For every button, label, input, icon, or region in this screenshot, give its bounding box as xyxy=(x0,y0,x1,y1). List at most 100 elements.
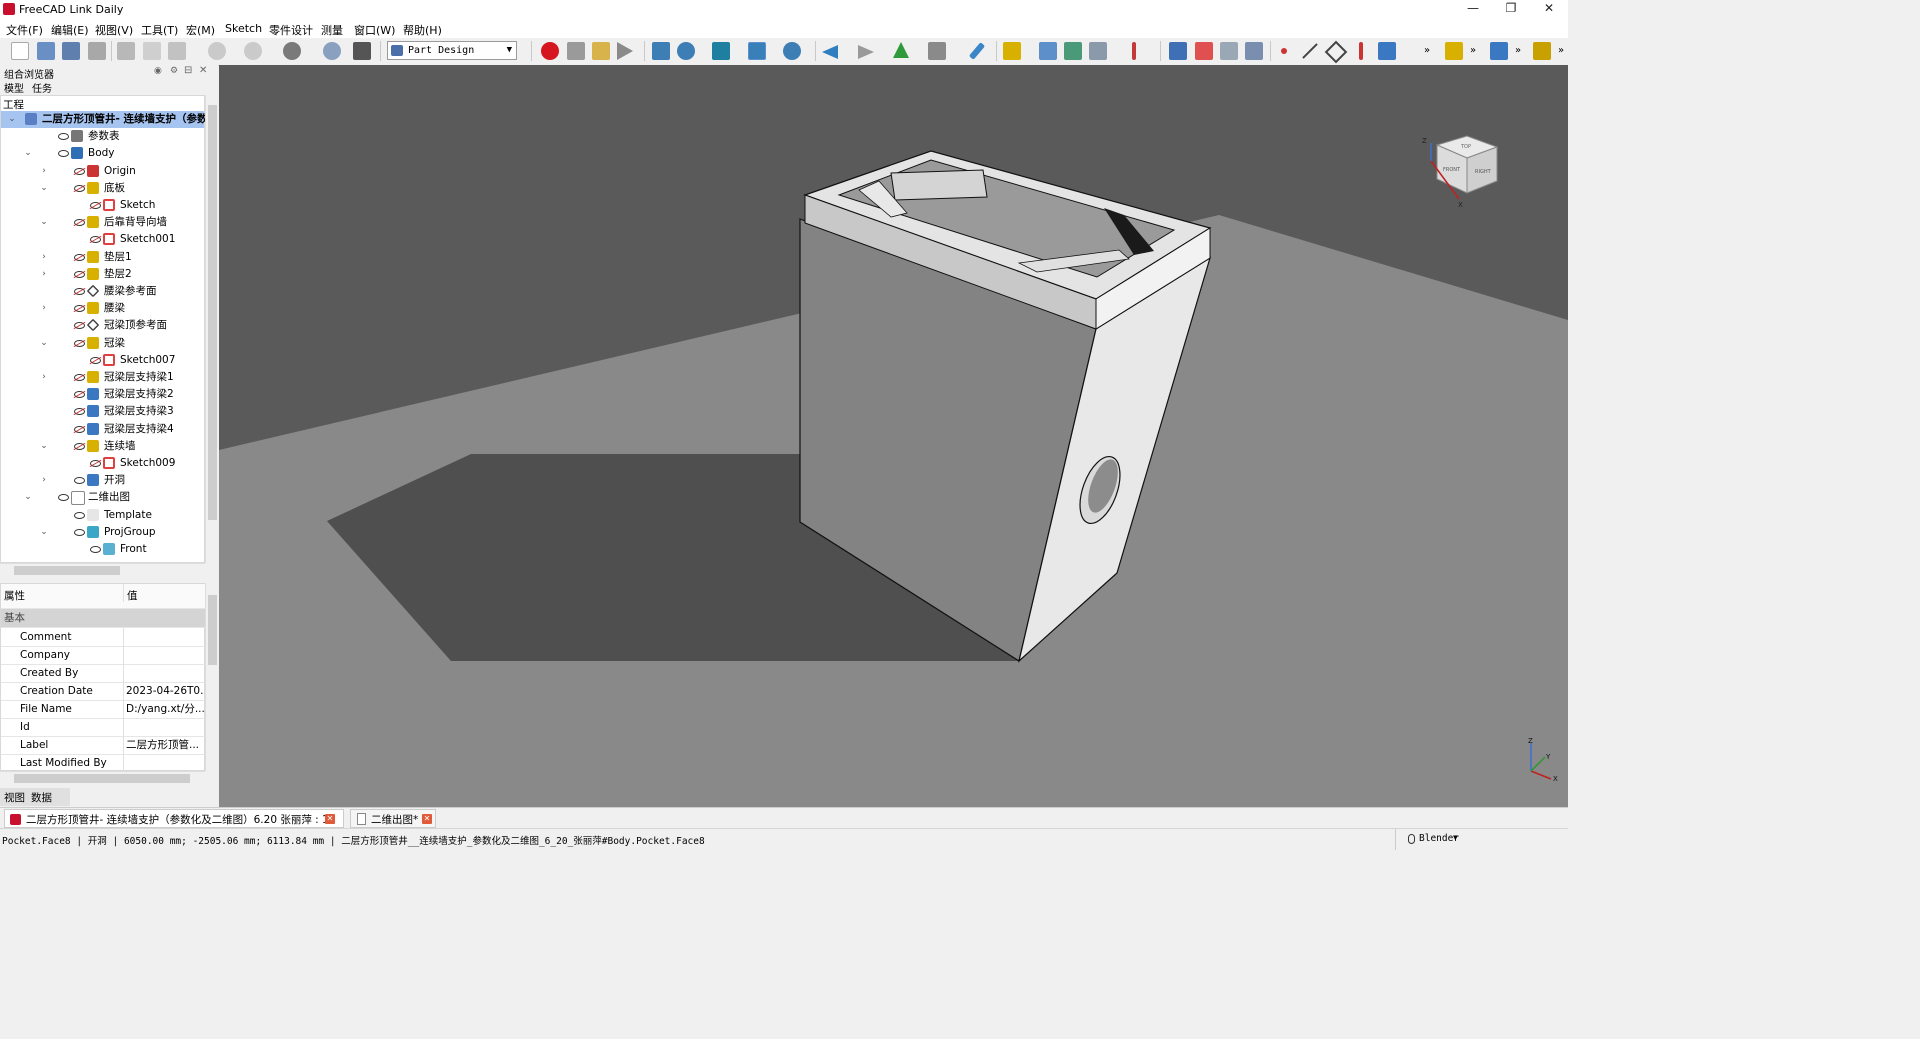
tree-scrollbar[interactable] xyxy=(205,95,219,563)
tree-item[interactable]: Template xyxy=(1,507,204,524)
expand-arrow-icon[interactable]: › xyxy=(39,472,49,489)
visibility-hidden-icon[interactable] xyxy=(74,270,85,278)
create-body-icon[interactable] xyxy=(1169,42,1187,60)
paste-icon[interactable] xyxy=(168,42,186,60)
visibility-hidden-icon[interactable] xyxy=(74,374,85,381)
property-value[interactable]: 二层方形顶管... xyxy=(126,736,204,754)
property-scrollbar[interactable] xyxy=(205,583,219,771)
tree-item[interactable]: › 垫层2 xyxy=(1,266,204,283)
collapse-arrow-icon[interactable]: ⌄ xyxy=(39,438,49,455)
toolbar-overflow-button[interactable]: » xyxy=(1424,45,1430,56)
tree-item[interactable]: Sketch007 xyxy=(1,352,204,369)
tree-hscrollbar[interactable] xyxy=(0,563,205,577)
3d-viewport[interactable]: TOP FRONT RIGHT Z X Z Y X xyxy=(219,65,1568,807)
validate-sketch-icon[interactable] xyxy=(1220,42,1238,60)
pocket-icon[interactable] xyxy=(1490,42,1508,60)
property-row[interactable]: Creation Date 2023-04-26T0... xyxy=(1,682,205,701)
visibility-hidden-icon[interactable] xyxy=(90,356,101,364)
create-axis-icon[interactable] xyxy=(1132,42,1136,60)
macro-stop-icon[interactable] xyxy=(567,42,585,60)
workbench-select[interactable]: Part Design ▼ xyxy=(387,41,517,60)
toolbar-overflow-button[interactable]: » xyxy=(1515,45,1521,56)
minimize-button[interactable]: — xyxy=(1454,0,1492,19)
navigate-back-icon[interactable] xyxy=(822,45,838,59)
tree-item[interactable]: 冠梁层支持梁2 xyxy=(1,386,204,403)
property-row[interactable]: Label 二层方形顶管... xyxy=(1,736,205,755)
tree-item[interactable]: › 开洞 xyxy=(1,472,204,489)
tab-view[interactable]: 视图 xyxy=(4,790,25,805)
property-row[interactable]: Created By xyxy=(1,664,205,683)
visibility-hidden-icon[interactable] xyxy=(74,253,85,261)
property-row[interactable]: Company xyxy=(1,646,205,665)
expand-arrow-icon[interactable]: › xyxy=(39,369,49,386)
visibility-hidden-icon[interactable] xyxy=(74,322,85,330)
menu-part-design[interactable]: 零件设计 xyxy=(269,22,313,38)
collapse-arrow-icon[interactable]: ⌄ xyxy=(23,489,33,506)
clone-icon[interactable] xyxy=(1378,42,1396,60)
tree-item[interactable]: Sketch009 xyxy=(1,455,204,472)
std-views-icon[interactable] xyxy=(748,42,766,60)
close-tab-icon[interactable]: ✕ xyxy=(325,814,335,824)
tab-data[interactable]: 数据 xyxy=(31,790,52,805)
collapse-arrow-icon[interactable]: ⌄ xyxy=(39,335,49,352)
expand-arrow-icon[interactable]: › xyxy=(39,249,49,266)
fillet-icon[interactable] xyxy=(1533,42,1551,60)
visibility-hidden-icon[interactable] xyxy=(74,305,85,313)
collapse-arrow-icon[interactable]: ⌄ xyxy=(39,180,49,197)
tree-scroll-thumb[interactable] xyxy=(208,105,217,520)
collapse-arrow-icon[interactable]: ⌄ xyxy=(23,145,33,162)
visibility-hidden-icon[interactable] xyxy=(74,288,85,295)
link-actions-icon[interactable] xyxy=(1089,42,1107,60)
tree-item[interactable]: 参数表 xyxy=(1,128,204,145)
macro-run-icon[interactable] xyxy=(617,42,633,60)
menu-window[interactable]: 窗口(W) xyxy=(354,22,395,38)
pad-icon[interactable] xyxy=(1445,42,1463,60)
visibility-eye-icon[interactable] xyxy=(90,546,101,553)
visibility-eye-icon[interactable] xyxy=(58,133,69,141)
toolbar-overflow-button[interactable]: » xyxy=(1470,45,1476,56)
whats-this-icon[interactable] xyxy=(353,42,371,60)
shape-binder-icon[interactable] xyxy=(1245,42,1263,60)
tree-item[interactable]: › 腰梁 xyxy=(1,300,204,317)
save-icon[interactable] xyxy=(62,42,80,60)
3d-scene[interactable] xyxy=(219,65,1568,807)
tree-item[interactable]: ⌄ 底板 xyxy=(1,180,204,197)
tree-item[interactable]: › Origin xyxy=(1,163,204,180)
chevron-down-icon[interactable]: ▼ xyxy=(1453,833,1458,842)
visibility-hidden-icon[interactable] xyxy=(90,460,101,467)
doc-tab-drawing[interactable]: 二维出图* ✕ xyxy=(350,809,436,828)
tree-item[interactable]: › 垫层1 xyxy=(1,249,204,266)
create-sketch-icon[interactable] xyxy=(1195,42,1213,60)
datum-point-icon[interactable] xyxy=(1281,48,1287,54)
tree-item[interactable]: › 冠梁层支持梁1 xyxy=(1,369,204,386)
visibility-hidden-icon[interactable] xyxy=(74,167,85,175)
menu-macro[interactable]: 宏(M) xyxy=(186,22,215,38)
property-row[interactable]: File Name D:/yang.xt/分... xyxy=(1,700,205,719)
tree-item[interactable]: ⌄ 二层方形顶管井- 连续墙支护（参数化及二维图） xyxy=(1,111,271,128)
tree-item[interactable]: 冠梁顶参考面 xyxy=(1,317,204,334)
tab-model[interactable]: 模型 xyxy=(4,80,24,95)
visibility-eye-icon[interactable] xyxy=(58,150,69,158)
visibility-eye-icon[interactable] xyxy=(58,494,69,502)
create-part-icon[interactable] xyxy=(1003,42,1021,60)
visibility-hidden-icon[interactable] xyxy=(74,442,85,450)
create-group-icon[interactable] xyxy=(1039,42,1057,60)
navigation-cube[interactable]: TOP FRONT RIGHT Z X xyxy=(1417,131,1507,211)
menu-tools[interactable]: 工具(T) xyxy=(141,22,178,38)
save-as-icon[interactable] xyxy=(88,42,106,60)
expand-arrow-icon[interactable]: › xyxy=(39,163,49,180)
fit-all-icon[interactable] xyxy=(652,42,670,60)
visibility-hidden-icon[interactable] xyxy=(74,408,85,416)
open-document-icon[interactable] xyxy=(37,42,55,60)
property-hscrollbar[interactable] xyxy=(0,771,205,785)
draw-style-icon[interactable] xyxy=(712,42,730,60)
cut-icon[interactable] xyxy=(117,42,135,60)
macro-edit-icon[interactable] xyxy=(592,42,610,60)
restore-button[interactable]: ❐ xyxy=(1492,0,1530,19)
property-value[interactable]: D:/yang.xt/分... xyxy=(126,700,204,718)
visibility-hidden-icon[interactable] xyxy=(74,219,85,227)
tree-item[interactable]: 腰梁参考面 xyxy=(1,283,204,300)
menu-measure[interactable]: 测量 xyxy=(321,22,343,38)
tree-item[interactable]: ⌄ 冠梁 xyxy=(1,335,204,352)
property-scroll-thumb[interactable] xyxy=(208,595,217,665)
